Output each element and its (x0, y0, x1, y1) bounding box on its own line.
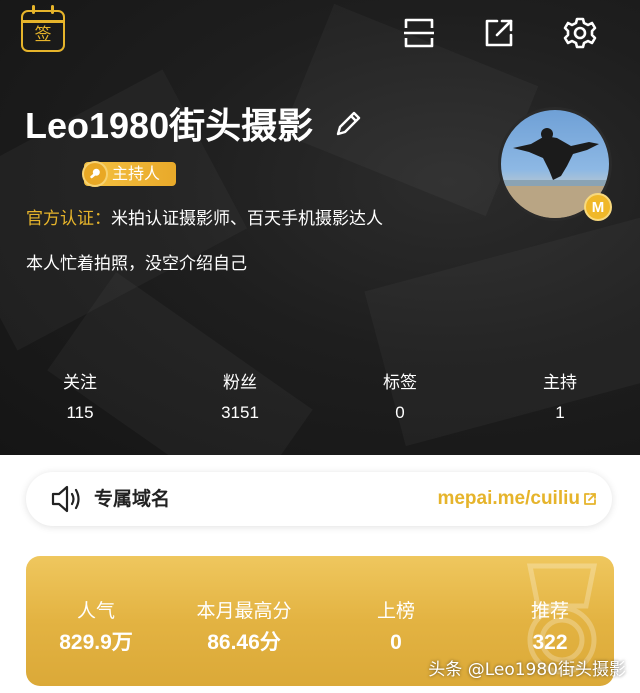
score-label: 人气 (76, 600, 115, 622)
score-popularity[interactable]: 人气 829.9万 (26, 598, 166, 658)
stat-hosting[interactable]: 主持 1 (500, 370, 620, 426)
domain-title: 专属域名 (94, 488, 171, 510)
stat-followers[interactable]: 粉丝 3151 (180, 370, 300, 426)
host-badge-label: 主持人 (112, 164, 161, 183)
score-recommended[interactable]: 推荐 322 (480, 598, 614, 658)
sign-in-button[interactable]: 签 (21, 5, 65, 52)
microphone-icon (82, 161, 108, 187)
watermark: 头条 @Leo1980街头摄影 (428, 660, 626, 680)
avatar-badge: M (584, 193, 612, 221)
score-ranked[interactable]: 上榜 0 (326, 598, 466, 658)
official-certification: 官方认证：米拍认证摄影师、百天手机摄影达人 (26, 206, 383, 232)
score-label: 上榜 (376, 600, 415, 622)
stat-following[interactable]: 关注 115 (20, 370, 140, 426)
gear-icon[interactable] (562, 15, 598, 51)
stats-bar: 关注 115 粉丝 3151 标签 0 主持 1 (0, 370, 640, 430)
pencil-icon[interactable] (332, 108, 364, 140)
score-value: 0 (390, 631, 402, 654)
stat-value: 1 (555, 403, 565, 422)
stat-value: 3151 (221, 403, 259, 422)
host-badge: 主持人 (82, 161, 176, 187)
domain-link[interactable]: mepai.me/cuiliu (437, 485, 580, 513)
score-label: 推荐 (530, 600, 569, 622)
scan-icon[interactable] (401, 15, 437, 51)
score-monthly-best[interactable]: 本月最高分 86.46分 (174, 598, 314, 658)
custom-domain-card[interactable]: 专属域名 mepai.me/cuiliu (26, 472, 612, 526)
score-value: 322 (532, 631, 568, 654)
stat-tags[interactable]: 标签 0 (340, 370, 460, 426)
official-value: 米拍认证摄影师、百天手机摄影达人 (111, 209, 383, 229)
speaker-icon (50, 484, 84, 514)
stat-label: 关注 (63, 373, 97, 393)
stat-label: 主持 (543, 373, 577, 393)
share-icon[interactable] (481, 15, 517, 51)
score-value: 829.9万 (59, 631, 133, 654)
score-label: 本月最高分 (196, 600, 292, 622)
username: Leo1980街头摄影 (25, 105, 314, 146)
score-value: 86.46分 (207, 631, 281, 654)
external-link-icon[interactable] (582, 491, 598, 507)
sign-in-label: 签 (34, 25, 52, 45)
stat-value: 115 (66, 403, 94, 422)
profile-header: 签 Leo1980街头摄影 主持人 官方认证：米拍认证摄影师、百天手机摄影达人 … (0, 0, 640, 455)
bio: 本人忙着拍照，没空介绍自己 (26, 254, 247, 274)
stat-label: 粉丝 (223, 373, 257, 393)
official-label: 官方认证： (26, 209, 111, 229)
stat-label: 标签 (383, 373, 417, 393)
stat-value: 0 (395, 403, 405, 422)
